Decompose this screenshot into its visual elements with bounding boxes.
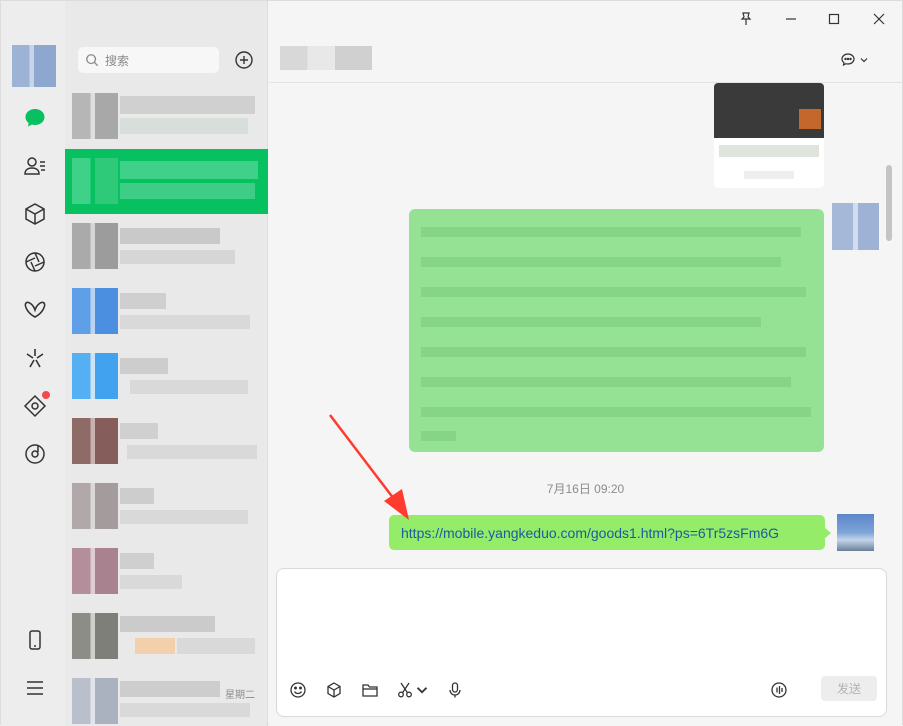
maximize-icon[interactable]	[820, 7, 848, 31]
notification-badge	[42, 391, 50, 399]
conversation-pane: 7月16日 09:20 https://mobile.yangkeduo.com…	[269, 37, 902, 725]
wechat-window: 搜索 星期二 7月16日 09:20 https://mobile.yangke…	[0, 0, 903, 726]
chat-avatar	[72, 353, 118, 399]
conversation-title-blur	[280, 46, 372, 70]
butterfly-icon[interactable]	[21, 296, 49, 324]
chat-list-item[interactable]	[65, 474, 268, 539]
chat-preview-blur	[120, 118, 248, 134]
chat-preview-blur	[120, 510, 248, 524]
image-caption-blur	[744, 171, 794, 179]
chat-avatar	[72, 678, 118, 724]
minimize-icon[interactable]	[777, 7, 805, 31]
link-message[interactable]: https://mobile.yangkeduo.com/goods1.html…	[389, 515, 831, 550]
image-message[interactable]	[714, 83, 824, 188]
chat-avatar	[72, 93, 118, 139]
sender-avatar[interactable]	[832, 203, 879, 250]
text-message-blurred[interactable]	[409, 209, 824, 452]
chevron-down-icon	[860, 58, 868, 63]
chat-time: 星期二	[225, 690, 255, 701]
scrollbar[interactable]	[886, 165, 892, 241]
search-input[interactable]: 搜索	[78, 47, 219, 73]
blurred-line	[421, 377, 791, 387]
chat-preview-blur	[135, 638, 175, 654]
search-icon	[86, 54, 99, 67]
close-icon[interactable]	[865, 7, 893, 31]
chat-avatar	[72, 158, 118, 204]
chat-list-item[interactable]: 星期二	[65, 669, 268, 726]
menu-icon[interactable]	[21, 674, 49, 702]
cube-icon[interactable]	[21, 200, 49, 228]
sender-avatar[interactable]	[837, 514, 874, 551]
chat-preview-blur	[120, 575, 182, 589]
chat-bubble-icon	[841, 53, 855, 67]
chat-name-blur	[120, 553, 154, 569]
chat-avatar	[72, 613, 118, 659]
chat-name-blur	[120, 358, 168, 374]
chat-preview-blur	[120, 183, 255, 199]
contacts-icon[interactable]	[21, 152, 49, 180]
cube-icon[interactable]	[323, 679, 345, 701]
chat-list-item[interactable]	[65, 539, 268, 604]
add-chat-button[interactable]	[233, 49, 255, 71]
chat-list-item[interactable]	[65, 409, 268, 474]
chat-bubble-icon[interactable]	[21, 104, 49, 132]
chat-preview-blur	[120, 315, 250, 329]
conversation-header	[269, 37, 902, 83]
pin-icon[interactable]	[732, 7, 760, 31]
chat-avatar	[72, 288, 118, 334]
blurred-line	[421, 407, 811, 417]
blurred-line	[421, 227, 801, 237]
blurred-line	[421, 287, 806, 297]
scissors-icon[interactable]	[394, 679, 416, 701]
chat-avatar	[72, 418, 118, 464]
chat-preview-blur	[130, 380, 248, 394]
chevron-down-icon[interactable]	[416, 679, 428, 701]
blurred-line	[421, 431, 456, 441]
blurred-line	[421, 347, 806, 357]
chat-preview-blur	[127, 445, 257, 459]
chat-name-blur	[120, 681, 220, 697]
chat-avatar	[72, 548, 118, 594]
blurred-line	[421, 317, 761, 327]
blurred-line	[421, 257, 781, 267]
title-bar	[269, 1, 902, 37]
chat-list-item[interactable]	[65, 604, 268, 669]
chat-list-item[interactable]	[65, 84, 268, 149]
nav-rail	[1, 1, 65, 726]
chat-list-pane: 搜索 星期二	[65, 1, 268, 726]
chat-preview-blur	[120, 250, 235, 264]
message-input-area[interactable]: 发送	[276, 568, 887, 717]
phone-icon[interactable]	[21, 626, 49, 654]
chat-name-blur	[120, 161, 258, 179]
emoji-icon[interactable]	[287, 679, 309, 701]
chat-name-blur	[120, 293, 166, 309]
chat-name-blur	[120, 423, 158, 439]
send-button[interactable]: 发送	[821, 676, 877, 701]
image-detail	[799, 109, 821, 129]
chat-name-blur	[120, 96, 255, 114]
chat-name-blur	[120, 616, 215, 632]
my-avatar[interactable]	[12, 45, 56, 87]
chat-preview-blur	[120, 703, 250, 717]
music-disc-icon[interactable]	[21, 440, 49, 468]
image-caption-blur	[719, 145, 819, 157]
chat-preview-blur	[177, 638, 255, 654]
chat-name-blur	[120, 228, 220, 244]
chat-list-item[interactable]	[65, 344, 268, 409]
link-text[interactable]: https://mobile.yangkeduo.com/goods1.html…	[401, 525, 779, 541]
sparkle-icon[interactable]	[21, 344, 49, 372]
chat-list-item-selected[interactable]	[65, 149, 268, 214]
chat-list-item[interactable]	[65, 279, 268, 344]
aperture-icon[interactable]	[21, 248, 49, 276]
search-placeholder: 搜索	[105, 53, 130, 68]
chat-info-button[interactable]	[836, 49, 872, 71]
message-timestamp: 7月16日 09:20	[546, 482, 625, 496]
chat-name-blur	[120, 488, 154, 504]
voice-call-icon[interactable]	[768, 679, 790, 701]
chat-list-item[interactable]	[65, 214, 268, 279]
chat-avatar	[72, 483, 118, 529]
chat-avatar	[72, 223, 118, 269]
microphone-icon[interactable]	[444, 679, 466, 701]
folder-icon[interactable]	[359, 679, 381, 701]
